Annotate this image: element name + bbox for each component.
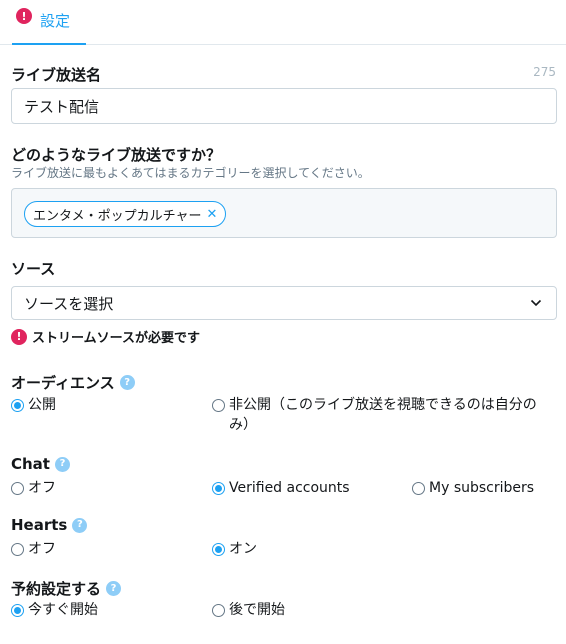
hearts-label: Hearts ? — [11, 516, 88, 534]
schedule-option-later[interactable]: 後で開始 — [212, 600, 285, 620]
source-select-value: ソースを選択 — [24, 294, 114, 313]
source-label: ソース — [11, 260, 56, 278]
radio-selected[interactable] — [212, 543, 225, 556]
hearts-option-label: オン — [229, 541, 257, 557]
radio-selected[interactable] — [212, 482, 225, 495]
help-icon[interactable]: ? — [72, 517, 88, 533]
hearts-label-text: Hearts — [11, 516, 68, 534]
chat-option-subscribers[interactable]: My subscribers — [412, 478, 534, 498]
hearts-option-off[interactable]: オフ — [11, 539, 56, 559]
radio-unselected[interactable] — [212, 399, 225, 412]
chat-option-label: Verified accounts — [229, 480, 350, 496]
character-counter: 275 — [533, 65, 556, 79]
tab-bar: ! 設定 — [0, 0, 566, 45]
radio-selected[interactable] — [11, 399, 24, 412]
radio-selected[interactable] — [11, 604, 24, 617]
chat-option-label: My subscribers — [429, 480, 535, 496]
radio-unselected[interactable] — [11, 482, 24, 495]
schedule-option-now[interactable]: 今すぐ開始 — [11, 600, 98, 620]
broadcast-title-label: ライブ放送名 — [11, 66, 102, 84]
chat-option-off[interactable]: オフ — [11, 478, 56, 498]
source-warning: ! ストリームソースが必要です — [11, 327, 200, 346]
chat-label-text: Chat — [11, 455, 50, 473]
broadcast-title-input[interactable]: テスト配信 — [11, 88, 557, 124]
radio-unselected[interactable] — [11, 543, 24, 556]
error-icon: ! — [11, 328, 27, 345]
schedule-option-label: 今すぐ開始 — [28, 602, 98, 618]
audience-option-public[interactable]: 公開 — [11, 395, 56, 415]
audience-private-line2: み） — [229, 417, 257, 433]
audience-label: オーディエンス ? — [11, 372, 135, 393]
category-chip[interactable]: エンタメ・ポップカルチャー ✕ — [24, 201, 227, 227]
schedule-option-label: 後で開始 — [229, 602, 285, 618]
audience-label-text: オーディエンス — [11, 374, 115, 392]
tab-settings-label: 設定 — [40, 12, 71, 30]
error-icon: ! — [16, 8, 32, 24]
audience-option-label: 非公開（このライブ放送を視聴できるのは自分の み） — [229, 395, 537, 435]
audience-private-line1: 非公開（このライブ放送を視聴できるのは自分の — [229, 397, 537, 413]
chat-option-label: オフ — [28, 480, 56, 496]
chat-label: Chat ? — [11, 455, 70, 473]
help-icon[interactable]: ? — [54, 456, 70, 472]
category-label: どのようなライブ放送ですか？ — [11, 146, 222, 164]
category-selector[interactable]: エンタメ・ポップカルチャー ✕ — [11, 188, 557, 238]
radio-unselected[interactable] — [212, 604, 225, 617]
chevron-down-icon — [530, 299, 542, 307]
hearts-option-label: オフ — [28, 541, 56, 557]
hearts-option-on[interactable]: オン — [212, 539, 257, 559]
audience-option-private[interactable]: 非公開（このライブ放送を視聴できるのは自分の み） — [212, 395, 552, 435]
schedule-label: 予約設定する ? — [11, 578, 122, 599]
help-icon[interactable]: ? — [119, 375, 135, 390]
help-icon[interactable]: ? — [106, 581, 122, 596]
close-icon[interactable]: ✕ — [206, 207, 217, 222]
broadcast-title-value: テスト配信 — [24, 97, 100, 116]
schedule-label-text: 予約設定する — [11, 580, 102, 598]
tab-settings[interactable]: ! 設定 — [12, 0, 86, 45]
audience-option-label: 公開 — [28, 397, 56, 413]
radio-unselected[interactable] — [412, 482, 425, 495]
category-description: ライブ放送に最もよくあてはまるカテゴリーを選択してください。 — [11, 166, 370, 180]
source-warning-text: ストリームソースが必要です — [32, 331, 200, 346]
category-chip-label: エンタメ・ポップカルチャー — [33, 208, 202, 224]
chat-option-verified[interactable]: Verified accounts — [212, 478, 350, 498]
source-select[interactable]: ソースを選択 — [11, 286, 557, 320]
